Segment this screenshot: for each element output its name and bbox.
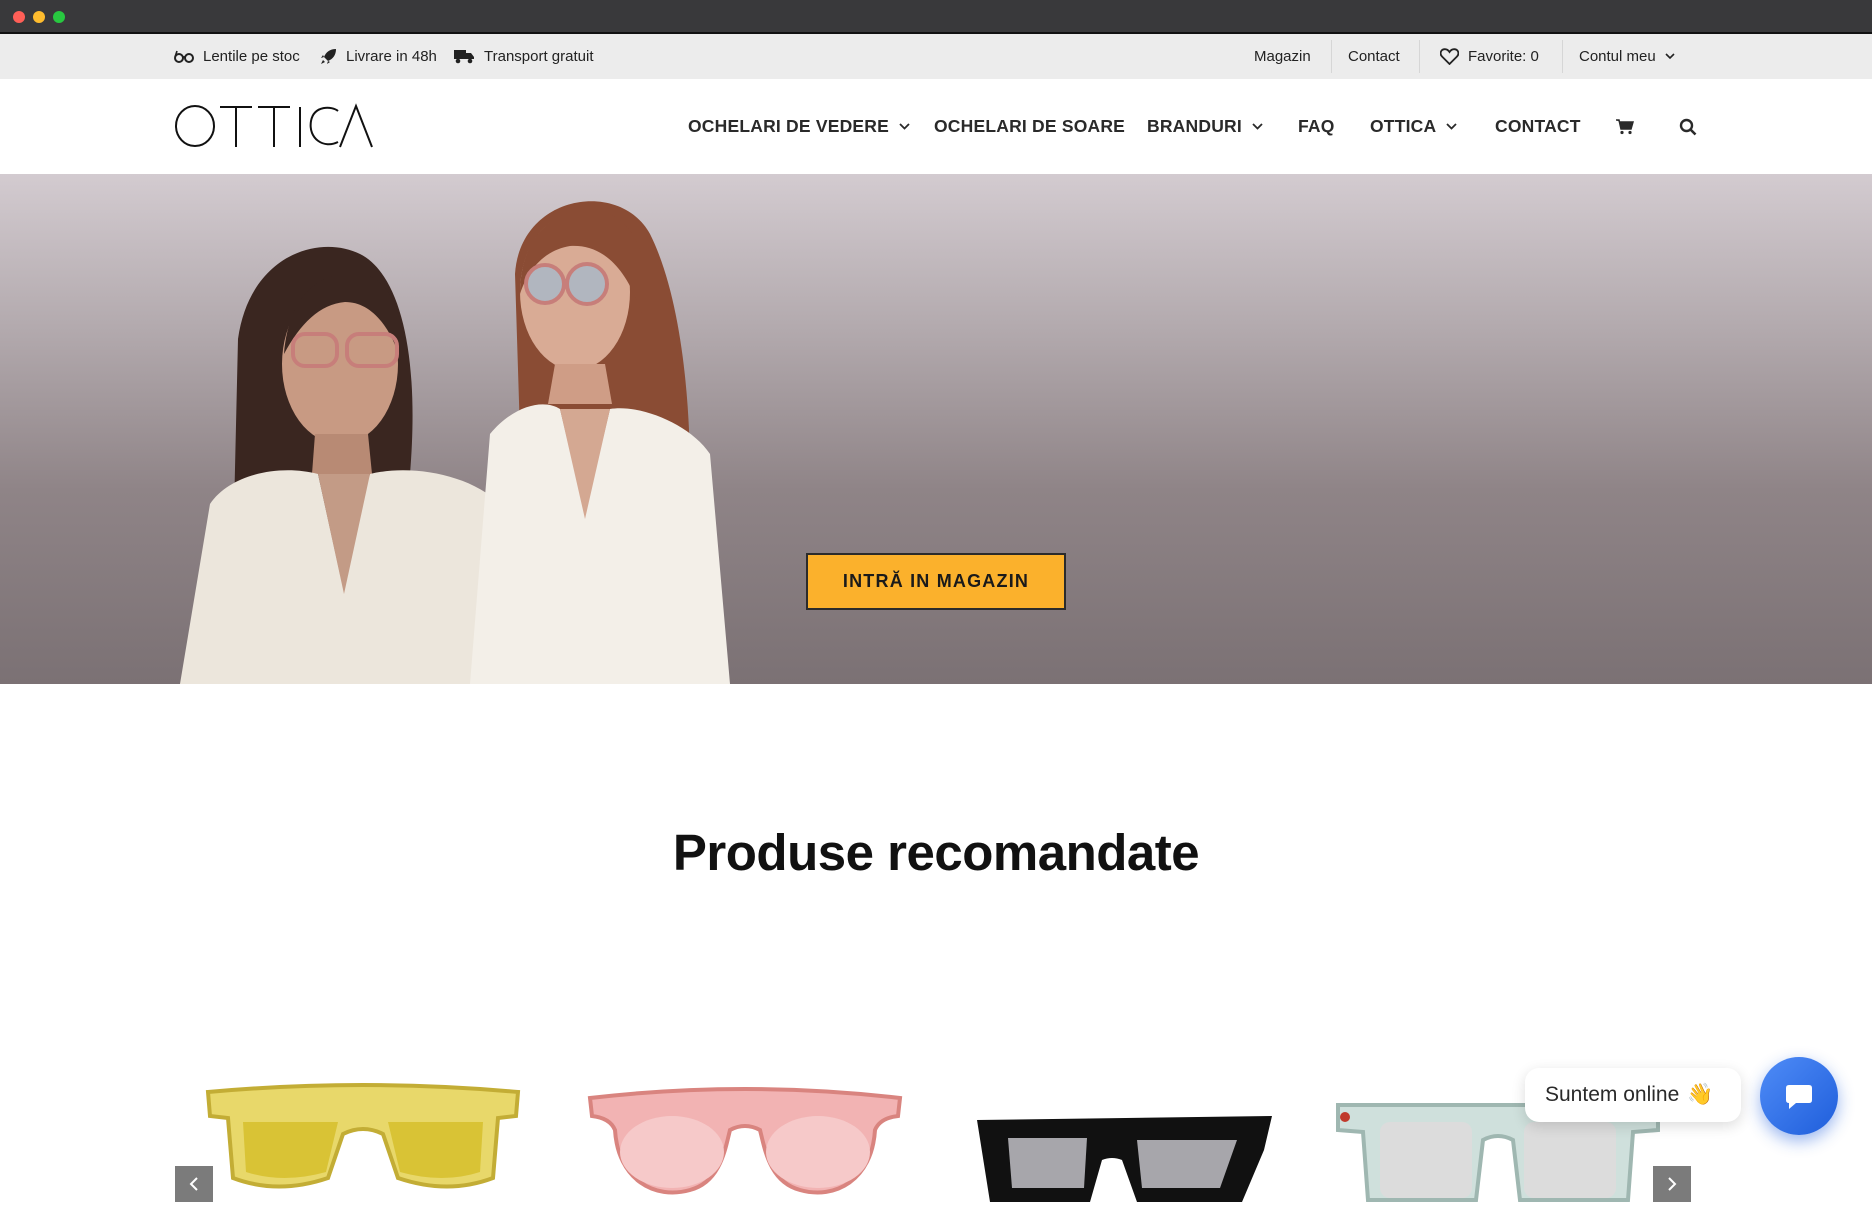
account-link[interactable]: Contul meu: [1579, 34, 1675, 79]
nav-label: OTTICA: [1370, 116, 1437, 136]
glasses-black-image: [977, 1116, 1272, 1202]
chevron-down-icon: [1665, 53, 1675, 60]
shop-link-label: Magazin: [1254, 48, 1311, 65]
enter-shop-button[interactable]: INTRĂ IN MAGAZIN: [806, 553, 1066, 610]
chevron-down-icon: [899, 123, 910, 130]
feature-label: Livrare in 48h: [346, 48, 437, 65]
feature-transport: Transport gratuit: [454, 34, 594, 79]
top-utility-bar: Lentile pe stoc Livrare in 48h Transport…: [0, 34, 1872, 79]
favorites-link-label: Favorite: 0: [1468, 48, 1539, 65]
product-card-yellow[interactable]: [198, 1060, 528, 1207]
nav-label: BRANDURI: [1147, 116, 1242, 136]
nav-item-contact[interactable]: CONTACT: [1495, 79, 1581, 174]
chevron-down-icon: [1446, 123, 1457, 130]
contact-link[interactable]: Contact: [1348, 34, 1400, 79]
minimize-window-button[interactable]: [33, 11, 45, 23]
nav-label: CONTACT: [1495, 116, 1581, 136]
recommended-title: Produse recomandate: [672, 824, 1200, 881]
cart-button[interactable]: [1616, 79, 1634, 174]
enter-shop-button-label: INTRĂ IN MAGAZIN: [842, 571, 1030, 591]
hero-banner: INTRĂ IN MAGAZIN: [0, 174, 1872, 684]
glasses-icon: [174, 50, 194, 63]
divider: [1419, 40, 1420, 73]
feature-livrare: Livrare in 48h: [320, 34, 437, 79]
glasses-pink-image: [587, 1087, 903, 1195]
rocket-icon: [321, 49, 336, 64]
contact-link-label: Contact: [1348, 48, 1400, 65]
glasses-yellow-image: [205, 1083, 521, 1189]
feature-label: Lentile pe stoc: [203, 48, 300, 65]
nav-label: FAQ: [1298, 116, 1335, 136]
chat-status-text: Suntem online: [1545, 1083, 1680, 1106]
nav-item-faq[interactable]: FAQ: [1298, 79, 1335, 174]
search-icon: [1679, 118, 1697, 135]
carousel-next-button[interactable]: [1653, 1166, 1691, 1202]
search-button[interactable]: [1679, 79, 1697, 174]
nav-label: OCHELARI DE SOARE: [934, 116, 1126, 136]
open-chat-button[interactable]: [1760, 1057, 1838, 1135]
ottica-logo[interactable]: [174, 101, 374, 151]
chevron-down-icon: [1252, 123, 1263, 130]
nav-item-branduri[interactable]: BRANDURI: [1147, 79, 1263, 174]
nav-label: OCHELARI DE VEDERE: [688, 116, 889, 136]
feature-lentile: Lentile pe stoc: [174, 34, 300, 79]
site-header: OCHELARI DE VEDERE OCHELARI DE SOARE BRA…: [0, 79, 1872, 174]
nav-item-ochelari-vedere[interactable]: OCHELARI DE VEDERE: [688, 79, 910, 174]
cart-icon: [1616, 118, 1634, 134]
divider: [1562, 40, 1563, 73]
favorites-link[interactable]: Favorite: 0: [1440, 34, 1539, 79]
nav-item-ochelari-soare[interactable]: OCHELARI DE SOARE: [934, 79, 1125, 174]
nav-item-ottica[interactable]: OTTICA: [1370, 79, 1457, 174]
chat-icon: [1786, 1085, 1812, 1109]
close-window-button[interactable]: [13, 11, 25, 23]
chevron-right-icon: [1668, 1177, 1677, 1191]
feature-label: Transport gratuit: [484, 48, 594, 65]
carousel-prev-button[interactable]: [175, 1166, 213, 1202]
product-card-black[interactable]: [972, 1060, 1282, 1207]
chevron-left-icon: [189, 1177, 198, 1191]
product-card-pink[interactable]: [580, 1060, 910, 1207]
divider: [1331, 40, 1332, 73]
heart-icon: [1440, 48, 1459, 65]
shop-link[interactable]: Magazin: [1254, 34, 1311, 79]
account-link-label: Contul meu: [1579, 48, 1656, 65]
window-titlebar: [0, 0, 1872, 34]
waving-hand-icon: 👋: [1687, 1083, 1714, 1106]
maximize-window-button[interactable]: [53, 11, 65, 23]
chat-status-bubble[interactable]: Suntem online 👋: [1525, 1068, 1741, 1122]
truck-icon: [454, 50, 474, 64]
